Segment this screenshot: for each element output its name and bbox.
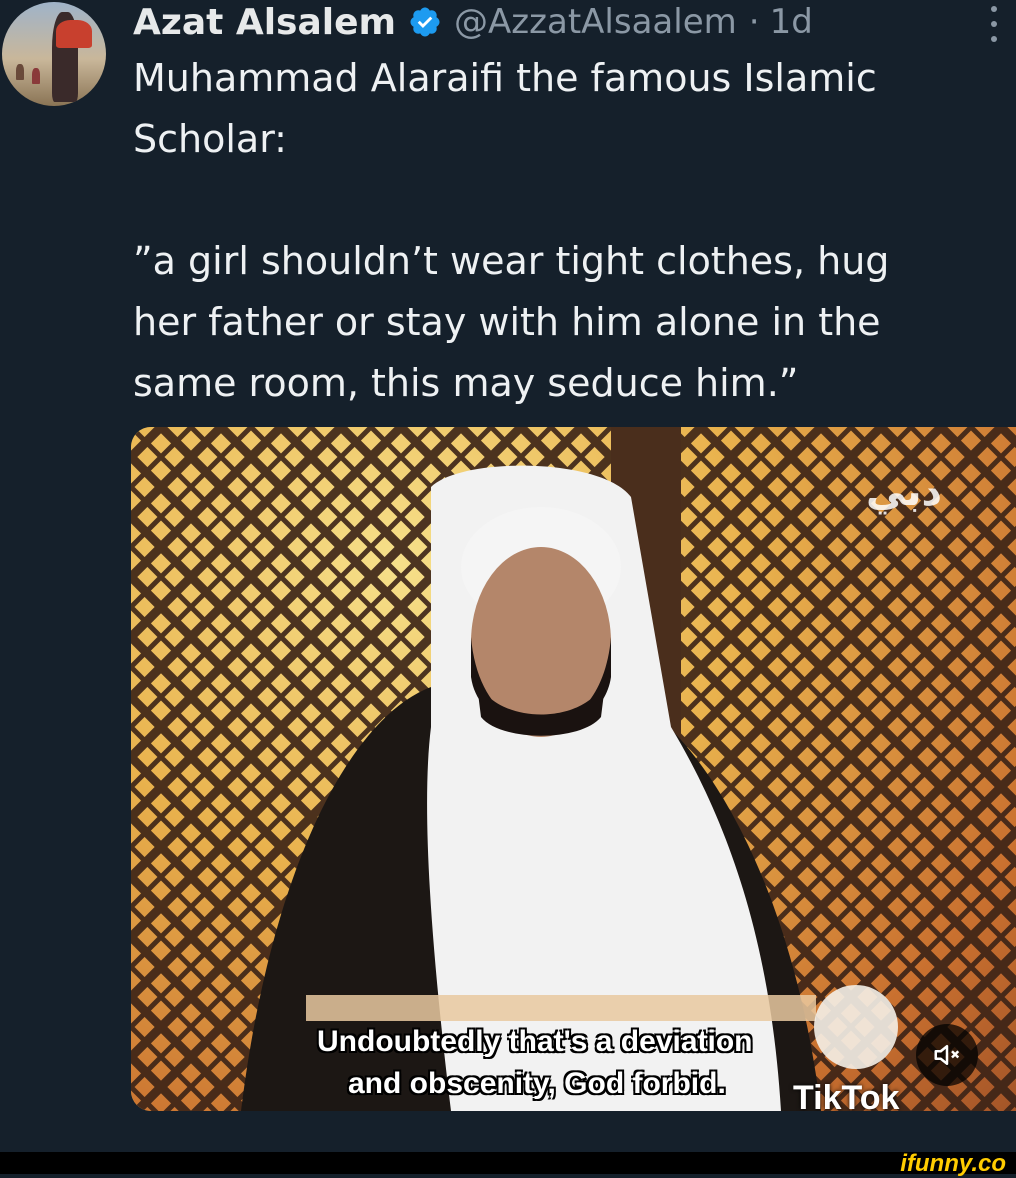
tweet-quote-line: ”a girl shouldn’t wear tight clothes, hu… <box>133 239 890 283</box>
author-name[interactable]: Azat Alsalem <box>133 2 396 43</box>
tweet-timestamp[interactable]: 1d <box>770 2 813 42</box>
more-options-icon[interactable] <box>984 6 1004 42</box>
tweet-header: Azat Alsalem @AzzatAlsaalem · 1d <box>133 0 813 44</box>
mute-icon[interactable] <box>916 1024 978 1086</box>
verified-badge-icon <box>410 7 440 37</box>
author-handle[interactable]: @AzzatAlsaalem <box>454 2 737 42</box>
author-avatar[interactable] <box>2 2 106 106</box>
header-separator: · <box>748 2 760 42</box>
svg-text:دبي: دبي <box>866 469 942 515</box>
bottom-bar <box>0 1152 1016 1174</box>
video-player[interactable]: دبي Undoubtedly that's a deviation and o… <box>131 427 1016 1111</box>
tweet-text-line: Muhammad Alaraifi the famous Islamic <box>133 56 877 100</box>
video-subtitle: Undoubtedly that's a deviation <box>317 1025 753 1058</box>
truncated-caption <box>133 1140 143 1152</box>
tweet-quote-line: same room, this may seduce him.” <box>133 361 799 405</box>
lattice-pattern: دبي <box>131 427 1016 1111</box>
video-subtitle: and obscenity, God forbid. <box>348 1067 726 1100</box>
tweet-quote-line: her father or stay with him alone in the <box>133 300 881 344</box>
tweet-text-line: Scholar: <box>133 117 287 161</box>
tiktok-watermark: TikTok <box>793 1079 900 1111</box>
tweet-text: Muhammad Alaraifi the famous Islamic Sch… <box>133 48 993 414</box>
